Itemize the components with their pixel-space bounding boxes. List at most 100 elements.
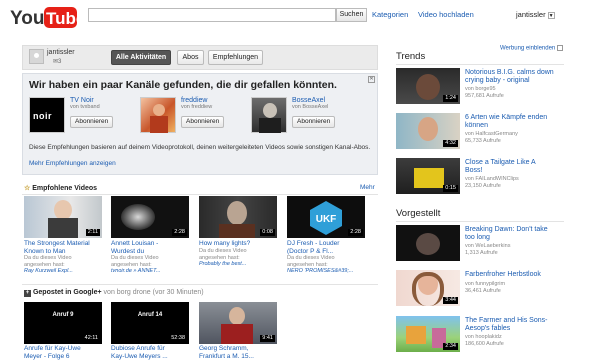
video-uploader[interactable]: von FAILandWINClips <box>465 176 519 183</box>
channel-name[interactable]: TV Noir <box>70 97 94 104</box>
search-button[interactable]: Suchen <box>336 8 367 22</box>
video-meta: Da du dieses Video angesehen hast: tvnoi… <box>111 255 161 275</box>
video-title[interactable]: Anrufe für Kay-Uwe Meyer - Folge 6 <box>24 345 81 360</box>
view-count: 36,461 Aufrufe <box>465 287 501 294</box>
channel-name[interactable]: BosseAxel <box>292 97 325 104</box>
title-line: Anrufe für Kay-Uwe <box>24 345 81 352</box>
title-line: Farbenfroher Herbstlook <box>465 271 541 278</box>
video-thumbnail[interactable]: 2:28 <box>111 196 189 238</box>
more-recommendations-link[interactable]: Mehr Empfehlungen anzeigen <box>29 160 116 167</box>
categories-link[interactable]: Kategorien <box>372 10 408 19</box>
video-uploader[interactable]: von WeLaeberkins <box>465 243 510 250</box>
video-duration: 3:44 <box>443 297 458 304</box>
divider <box>22 284 378 285</box>
logo-tube-text: Tube <box>46 9 78 28</box>
recommendations-title: Wir haben ein paar Kanäle gefunden, die … <box>29 79 337 91</box>
channel-thumbnail-freddiew[interactable] <box>140 97 176 133</box>
post-time-value: vor 30 Minuten <box>154 289 202 296</box>
video-meta: von hooplakidz 186,600 Aufrufe <box>465 334 504 347</box>
video-duration: 1:24 <box>443 95 458 102</box>
feed-username[interactable]: jantissler <box>47 49 75 56</box>
video-thumbnail[interactable] <box>396 225 460 261</box>
video-meta: von funnypilgrim 36,461 Aufrufe <box>465 281 505 294</box>
divider <box>396 64 564 65</box>
google-plus-heading: + Gepostet in Google+ von borg drone (vo… <box>24 289 204 297</box>
source-video-link[interactable]: Ray Kurzweil Expl... <box>24 268 73 275</box>
channel-owner: von freddiew <box>181 104 213 110</box>
video-uploader[interactable]: von funnypilgrim <box>465 281 505 288</box>
video-title[interactable]: 6 Arten wie Kämpfe enden können <box>465 114 565 130</box>
video-thumbnail[interactable]: Anruf 14 52:38 <box>111 302 189 344</box>
tab-all-activities[interactable]: Alle Aktivitäten <box>111 50 171 65</box>
video-meta: Da du dieses Video angesehen hast: Ray K… <box>24 255 73 275</box>
tab-subscriptions[interactable]: Abos <box>177 50 204 65</box>
video-title[interactable]: Breaking Dawn: Don't take too long <box>465 226 565 242</box>
video-duration: 0:08 <box>260 229 275 236</box>
youtube-logo[interactable]: You Tube <box>10 5 85 29</box>
title-line: The Strongest Material <box>24 240 90 247</box>
title-line: Aesop's fables <box>465 325 511 332</box>
heading-author: von borg drone <box>101 289 151 296</box>
video-thumbnail[interactable]: 2:34 <box>396 316 460 352</box>
view-count: 23,150 Aufrufe <box>465 182 501 189</box>
title-line: Dubiose Anrufe für <box>111 345 165 352</box>
show-ads-toggle[interactable]: Werbung einblenden <box>500 45 564 52</box>
chevron-down-icon: ▼ <box>547 11 555 19</box>
video-thumbnail[interactable]: 2:11 <box>24 196 102 238</box>
video-title[interactable]: The Farmer and His Sons- Aesop's fables <box>465 317 565 333</box>
user-menu[interactable]: jantissler ▼ <box>516 10 555 19</box>
view-count: 186,600 Aufrufe <box>465 340 504 347</box>
title-line: Breaking Dawn: Don't take <box>465 226 548 233</box>
tab-recommendations[interactable]: Empfehlungen <box>208 50 263 65</box>
close-icon[interactable]: ✕ <box>368 76 375 83</box>
heading-text: Gepostet in Google+ <box>32 289 102 296</box>
post-time: (vor 30 Minuten) <box>152 289 204 296</box>
view-count: 1,313 Aufrufe <box>465 249 498 256</box>
source-video-link[interactable]: Probably the best... <box>199 261 247 268</box>
video-title[interactable]: DJ Fresh - Louder (Doctor P & Fl... <box>287 240 339 255</box>
subscribe-button[interactable]: Abonnieren <box>181 116 225 128</box>
search-input[interactable] <box>88 8 336 22</box>
video-meta: von WeLaeberkins 1,313 Aufrufe <box>465 243 510 256</box>
video-title[interactable]: Annett Louisan - Wurdest du <box>111 240 158 255</box>
title-line: Kay-Uwe Meyers ... <box>111 352 168 360</box>
video-uploader[interactable]: von hooplakidz <box>465 334 504 341</box>
video-title[interactable]: The Strongest Material Known to Man <box>24 240 90 255</box>
channel-owner: von tvxband <box>70 104 100 110</box>
video-title[interactable]: Close a Tailgate Like A Boss! <box>465 159 565 175</box>
source-video-link[interactable]: NERO 'PROMISES&#39;... <box>287 268 353 275</box>
video-title[interactable]: Farbenfroher Herbstlook <box>465 271 565 279</box>
video-meta: von borge95 957,681 Aufrufe <box>465 86 504 99</box>
channel-thumbnail-bosseaxel[interactable] <box>251 97 287 133</box>
avatar[interactable] <box>29 49 44 64</box>
video-thumbnail[interactable]: 9:41 <box>199 302 277 344</box>
thumb-text: Anruf 9 <box>52 312 74 318</box>
subscribe-button[interactable]: Abonnieren <box>292 116 336 128</box>
title-line: Georg Schramm, <box>199 345 249 352</box>
video-title[interactable]: Notorious B.I.G. calms down crying baby … <box>465 69 565 85</box>
video-title[interactable]: How many lights? <box>199 240 250 248</box>
video-thumbnail[interactable]: Anruf 9 42:11 <box>24 302 102 344</box>
recommended-videos-heading: ☆ Empfohlene Videos <box>24 184 97 192</box>
video-thumbnail[interactable]: 0:15 <box>396 158 460 194</box>
video-thumbnail[interactable]: UKF 2:28 <box>287 196 365 238</box>
meta-line: Da du dieses Video <box>24 255 72 261</box>
video-duration: 2:28 <box>172 229 187 236</box>
video-thumbnail[interactable]: 0:08 <box>199 196 277 238</box>
source-video-link[interactable]: tvnoir.de » ANNET... <box>111 268 161 275</box>
upload-video-link[interactable]: Video hochladen <box>418 10 474 19</box>
video-uploader[interactable]: von HalfcastGermany <box>465 131 518 138</box>
channel-name[interactable]: freddiew <box>181 97 207 104</box>
subscribe-button[interactable]: Abonnieren <box>70 116 114 128</box>
video-title[interactable]: Georg Schramm, Frankfurt a M. 15... <box>199 345 254 360</box>
title-line: Notorious B.I.G. calms down <box>465 69 554 76</box>
video-thumbnail[interactable]: 4:32 <box>396 113 460 149</box>
more-link[interactable]: Mehr <box>360 184 375 191</box>
divider <box>396 221 564 222</box>
video-duration: 2:34 <box>443 343 458 350</box>
video-title[interactable]: Dubiose Anrufe für Kay-Uwe Meyers ... <box>111 345 168 360</box>
video-thumbnail[interactable]: 3:44 <box>396 270 460 306</box>
channel-thumbnail-tvnoir[interactable]: noir <box>29 97 65 133</box>
view-count: 957,681 Aufrufe <box>465 92 504 99</box>
video-thumbnail[interactable]: 1:24 <box>396 68 460 104</box>
